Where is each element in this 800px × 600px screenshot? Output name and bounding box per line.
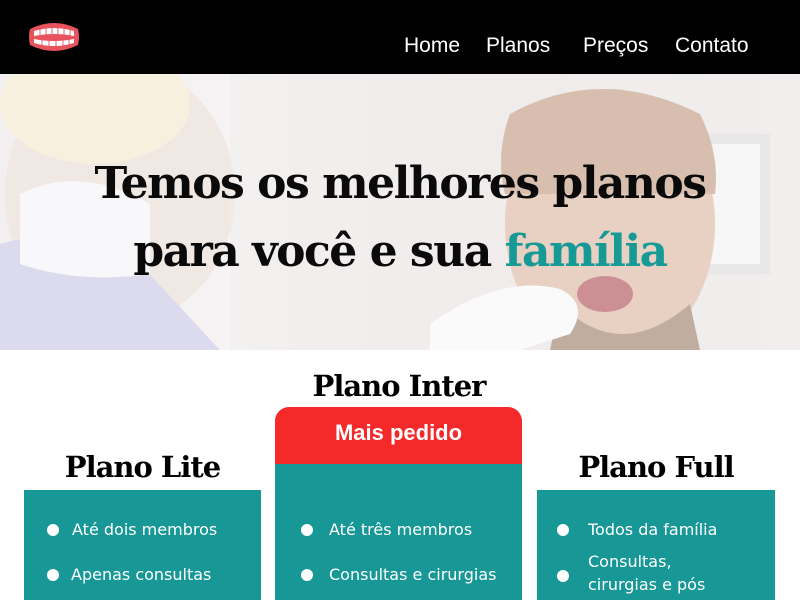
plan-inter-title: Plano Inter [312,369,487,403]
plan-lite-title: Plano Lite [64,450,221,484]
plan-feature-text: cirurgias e pós [588,575,706,594]
bullet-icon [47,569,59,581]
hero-headline: Temos os melhores planos para você e sua… [0,150,800,286]
plan-feature-text: Consultas e cirurgias [329,565,497,584]
plan-feature-text: Até três membros [329,520,473,539]
plan-feature-text: Apenas consultas [71,565,212,584]
hero-headline-accent: família [504,226,669,277]
top-header: Home Planos Preços Contato [0,0,800,74]
teeth-icon[interactable] [26,19,82,55]
plan-feature-text: Consultas, [588,552,672,571]
most-requested-badge: Mais pedido [275,407,522,464]
nav-planos-link[interactable]: Planos [486,34,550,58]
bullet-icon [557,524,569,536]
nav-precos-link[interactable]: Preços [583,34,648,58]
plan-lite-card[interactable]: Até dois membros Apenas consultas [24,490,261,600]
bullet-icon [301,569,313,581]
hero-banner: Temos os melhores planos para você e sua… [0,74,800,350]
plan-feature-text: Até dois membros [72,520,218,539]
bullet-icon [557,570,569,582]
bullet-icon [301,524,313,536]
hero-headline-line1: Temos os melhores planos [94,158,707,209]
plan-full-card[interactable]: Todos da família Consultas, cirurgias e … [537,490,775,600]
plan-feature-text: Todos da família [588,520,718,539]
plan-full-title: Plano Full [578,450,734,484]
plan-inter-card[interactable]: Até três membros Consultas e cirurgias [275,464,522,600]
hero-headline-line2: para você e sua família [0,218,800,286]
hero-headline-prefix: para você e sua [133,226,505,277]
nav-contato-link[interactable]: Contato [675,34,749,58]
bullet-icon [47,524,59,536]
nav-home-link[interactable]: Home [404,34,460,58]
